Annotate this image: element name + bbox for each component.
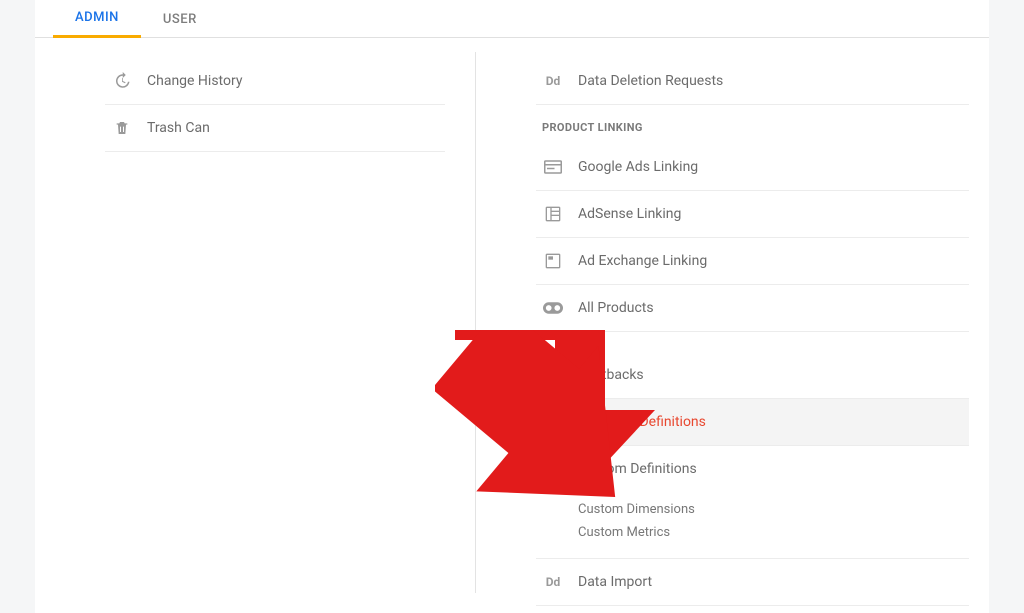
menu-google-ads-linking[interactable]: Google Ads Linking xyxy=(536,144,969,191)
spacer xyxy=(536,332,969,352)
left-column: Change History Trash Can xyxy=(35,38,475,613)
menu-label: Data Deletion Requests xyxy=(578,73,723,89)
trash-icon xyxy=(111,119,133,137)
ad-exchange-icon xyxy=(542,252,564,270)
tab-user[interactable]: USER xyxy=(141,12,219,37)
postbacks-icon xyxy=(542,366,564,384)
sub-custom-dimensions[interactable]: Custom Dimensions xyxy=(578,498,969,521)
menu-label: Ad Exchange Linking xyxy=(578,253,707,269)
menu-postbacks[interactable]: Postbacks xyxy=(536,352,969,399)
dd-icon: Dd xyxy=(542,72,564,90)
custom-definitions-subitems: Custom Dimensions Custom Metrics xyxy=(536,492,969,559)
right-menu-list: Dd Data Deletion Requests PRODUCT LINKIN… xyxy=(536,58,969,606)
sub-custom-metrics[interactable]: Custom Metrics xyxy=(578,521,969,544)
menu-label: Postbacks xyxy=(578,367,644,383)
tab-admin[interactable]: ADMIN xyxy=(53,10,141,38)
menu-label: Custom Definitions xyxy=(578,461,697,477)
menu-label: Trash Can xyxy=(147,120,210,136)
menu-label: All Products xyxy=(578,300,654,316)
audience-icon xyxy=(542,413,564,431)
menu-label: Audience Definitions xyxy=(578,414,706,430)
tabs-bar: ADMIN USER xyxy=(35,0,989,38)
adsense-icon xyxy=(542,205,564,223)
history-icon xyxy=(111,72,133,90)
dd-icon: Dd xyxy=(542,573,564,591)
menu-label: AdSense Linking xyxy=(578,206,681,222)
menu-audience-definitions[interactable]: Audience Definitions xyxy=(536,399,969,446)
panel-body: Change History Trash Can Dd Data Deletio… xyxy=(35,38,989,613)
menu-data-import[interactable]: Dd Data Import xyxy=(536,559,969,606)
link-icon xyxy=(542,299,564,317)
section-product-linking: PRODUCT LINKING xyxy=(536,105,969,144)
menu-label: Change History xyxy=(147,73,242,89)
menu-ad-exchange-linking[interactable]: Ad Exchange Linking xyxy=(536,238,969,285)
dd-icon: Dd xyxy=(542,460,564,478)
right-column: Dd Data Deletion Requests PRODUCT LINKIN… xyxy=(476,38,989,613)
ads-icon xyxy=(542,158,564,176)
menu-change-history[interactable]: Change History xyxy=(105,58,445,105)
menu-label: Google Ads Linking xyxy=(578,159,698,175)
menu-all-products[interactable]: All Products xyxy=(536,285,969,332)
admin-panel: ADMIN USER Change History Trash Can xyxy=(35,0,989,613)
menu-adsense-linking[interactable]: AdSense Linking xyxy=(536,191,969,238)
menu-label: Data Import xyxy=(578,574,652,590)
menu-data-deletion-requests[interactable]: Dd Data Deletion Requests xyxy=(536,58,969,105)
menu-trash-can[interactable]: Trash Can xyxy=(105,105,445,152)
menu-custom-definitions[interactable]: Dd Custom Definitions xyxy=(536,446,969,492)
